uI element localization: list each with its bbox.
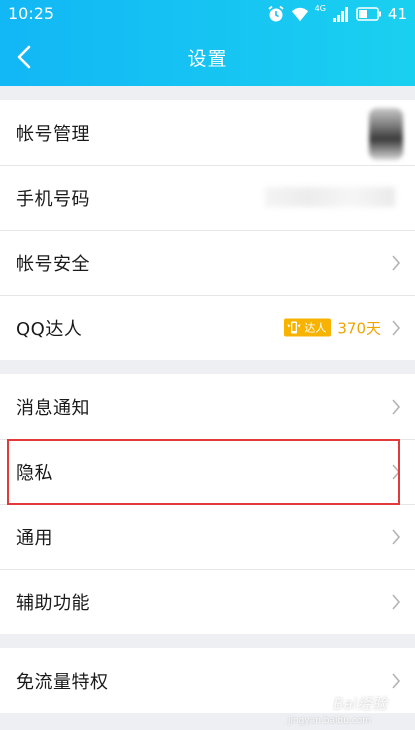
settings-item-label: 辅助功能	[16, 592, 90, 614]
battery-level: 41	[387, 5, 407, 23]
status-time: 10:25	[8, 4, 55, 23]
expert-days: 370天	[337, 319, 381, 337]
settings-item-phone-number[interactable]: 手机号码	[0, 165, 415, 230]
page-title: 设置	[187, 48, 228, 70]
chevron-right-icon	[392, 672, 401, 689]
settings-item-label: 免流量特权	[16, 671, 109, 693]
network-type: 4G	[314, 3, 326, 13]
chevron-right-icon	[392, 593, 401, 610]
settings-group-general: 消息通知 隐私 通用 辅助功能	[0, 374, 415, 634]
expert-badge: 达人	[284, 318, 332, 337]
watermark-url: jingyan.baidu.com	[287, 716, 371, 726]
settings-group-account: 帐号管理 手机号码 帐号安全 QQ达人 达人 370天	[0, 100, 415, 360]
status-bar: 10:25 4G 41	[0, 0, 415, 28]
alarm-icon	[268, 5, 284, 22]
settings-item-notifications[interactable]: 消息通知	[0, 374, 415, 439]
phone-wings-icon	[287, 321, 301, 334]
avatar	[369, 108, 403, 160]
settings-item-account-management[interactable]: 帐号管理	[0, 100, 415, 165]
settings-item-qq-expert[interactable]: QQ达人 达人 370天	[0, 295, 415, 360]
settings-item-label: 帐号管理	[16, 123, 90, 145]
settings-item-label: 消息通知	[16, 397, 90, 419]
nav-bar: 设置	[0, 28, 415, 86]
expert-status: 达人 370天	[284, 317, 381, 338]
status-icons: 4G 41	[267, 3, 407, 25]
chevron-right-icon	[392, 319, 401, 336]
settings-item-label: 手机号码	[16, 188, 90, 210]
battery-icon	[356, 7, 381, 21]
chevron-right-icon	[392, 463, 401, 480]
chevron-right-icon	[392, 528, 401, 545]
signal-icon	[332, 7, 348, 22]
settings-item-label: QQ达人	[16, 318, 83, 340]
settings-item-general[interactable]: 通用	[0, 504, 415, 569]
chevron-right-icon	[392, 398, 401, 415]
settings-item-account-security[interactable]: 帐号安全	[0, 230, 415, 295]
wifi-icon	[291, 7, 308, 22]
app-header: 10:25 4G 41 设置	[0, 0, 415, 86]
settings-item-label: 帐号安全	[16, 253, 90, 275]
watermark-brand: Bai经验	[333, 695, 387, 713]
expert-badge-text: 达人	[304, 321, 327, 335]
settings-list: 帐号管理 手机号码 帐号安全 QQ达人 达人 370天 消息通知 隐私 通用 辅…	[0, 86, 415, 713]
chevron-right-icon	[392, 254, 401, 271]
settings-item-label: 隐私	[16, 462, 53, 484]
settings-item-label: 通用	[16, 527, 53, 549]
phone-number-redacted	[265, 187, 395, 207]
settings-item-accessibility[interactable]: 辅助功能	[0, 569, 415, 634]
settings-item-privacy[interactable]: 隐私	[0, 439, 415, 504]
